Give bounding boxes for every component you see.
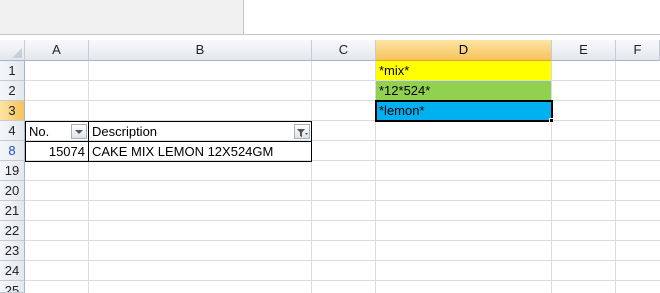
gridline (25, 220, 660, 221)
gridline (25, 260, 660, 261)
table-header-description[interactable]: Description (88, 121, 312, 142)
gridline (25, 280, 660, 281)
filter-dropdown-button-a[interactable] (71, 124, 87, 139)
row-header-20[interactable]: 20 (0, 181, 25, 201)
row-header-3[interactable]: 3 (0, 101, 25, 121)
gridline (25, 240, 660, 241)
column-header-d[interactable]: D (376, 40, 552, 61)
gridline (551, 61, 552, 293)
gridline (25, 80, 660, 81)
fill-handle[interactable] (549, 118, 554, 123)
name-box[interactable] (0, 0, 244, 35)
top-toolbar-area (0, 0, 660, 40)
row-header-4[interactable]: 4 (0, 121, 25, 141)
gridline (88, 61, 89, 293)
gridline (311, 61, 312, 293)
gridline (25, 200, 660, 201)
column-header-e[interactable]: E (552, 40, 616, 61)
column-header-a[interactable]: A (25, 40, 89, 61)
cell-a8[interactable]: 15074 (25, 141, 89, 162)
cell-d2[interactable]: *12*524* (376, 81, 551, 100)
column-header-b[interactable]: B (89, 40, 312, 61)
row-header-8[interactable]: 8 (0, 141, 25, 161)
cell-b8[interactable]: CAKE MIX LEMON 12X524GM (88, 141, 312, 162)
row-header-21[interactable]: 21 (0, 201, 25, 221)
row-header-1[interactable]: 1 (0, 61, 25, 81)
column-header-c[interactable]: C (312, 40, 376, 61)
select-all-corner[interactable] (0, 40, 25, 61)
filter-applied-icon (297, 129, 308, 137)
filter-applied-button-b[interactable] (294, 124, 310, 139)
gridline (615, 61, 616, 293)
table-header-no-label: No. (29, 124, 50, 139)
row-header-22[interactable]: 22 (0, 221, 25, 241)
gridline (25, 180, 660, 181)
column-header-f[interactable]: F (616, 40, 660, 61)
row-header-24[interactable]: 24 (0, 261, 25, 281)
cell-d1[interactable]: *mix* (376, 61, 551, 80)
gridline (25, 100, 660, 101)
table-header-description-label: Description (92, 124, 158, 139)
row-header-23[interactable]: 23 (0, 241, 25, 261)
select-all-triangle-icon (12, 48, 22, 58)
filter-dropdown-icon (75, 130, 83, 134)
row-header-19[interactable]: 19 (0, 161, 25, 181)
formula-bar[interactable] (244, 0, 660, 35)
active-cell-border (375, 100, 553, 122)
row-header-2[interactable]: 2 (0, 81, 25, 101)
row-header-25[interactable]: 25 (0, 281, 25, 293)
